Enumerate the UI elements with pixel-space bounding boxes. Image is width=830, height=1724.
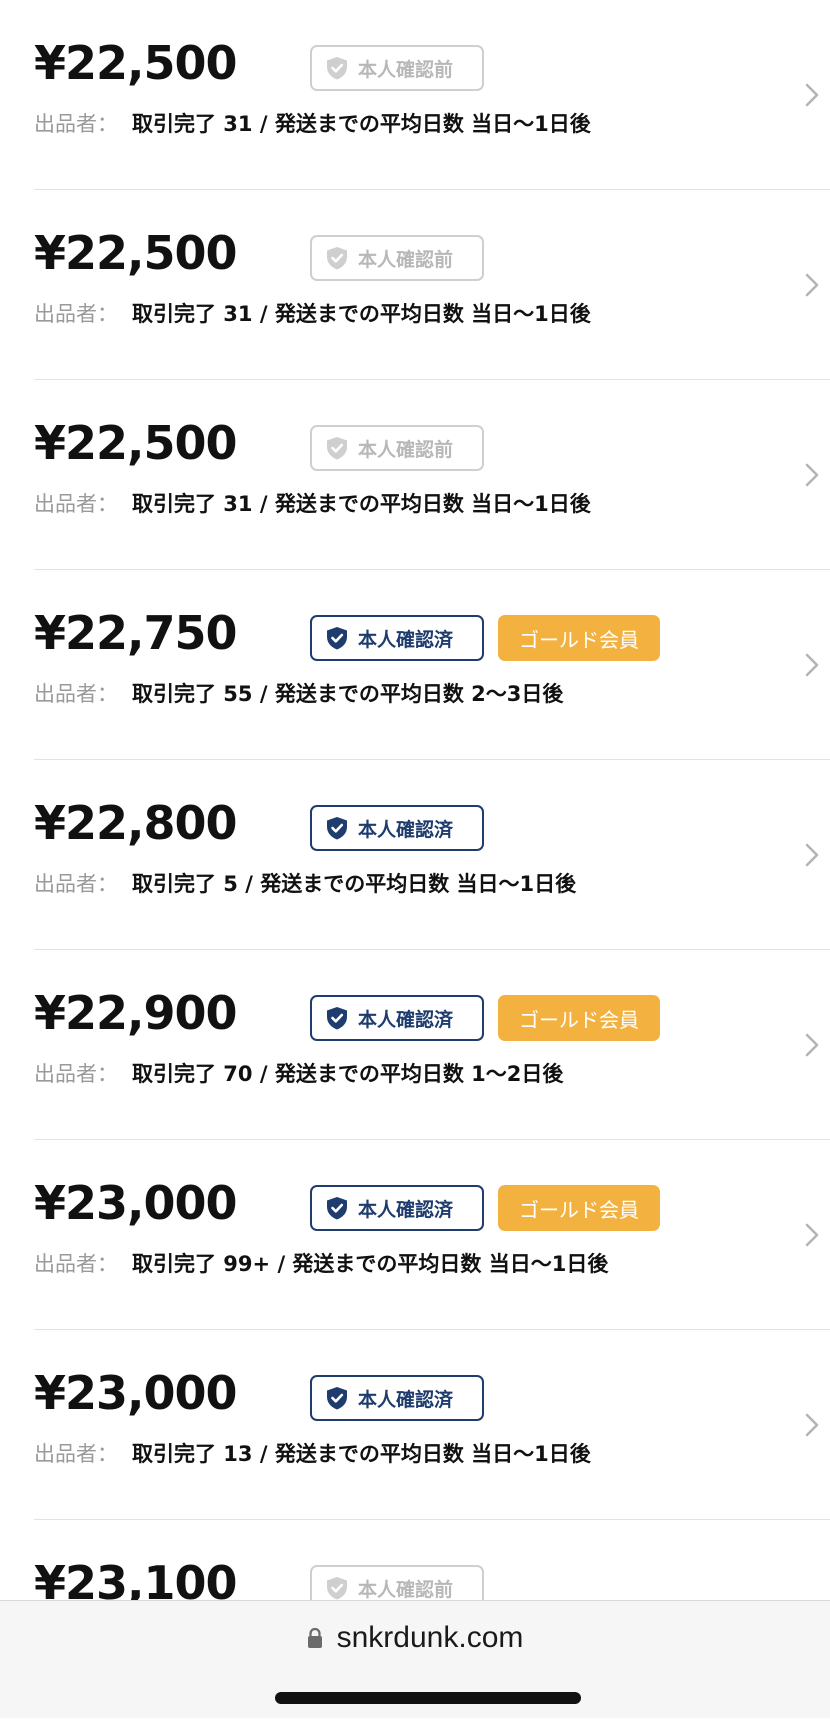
seller-stats: 取引完了 31 / 発送までの平均日数 当日〜1日後 <box>132 302 591 326</box>
seller-info: 出品者： 取引完了 31 / 発送までの平均日数 当日〜1日後 <box>34 494 591 515</box>
shield-check-icon <box>327 627 347 650</box>
seller-stats: 取引完了 70 / 発送までの平均日数 1〜2日後 <box>132 1062 564 1086</box>
shield-check-icon <box>327 57 347 80</box>
gold-member-badge: ゴールド会員 <box>498 1185 660 1231</box>
verification-label: 本人確認前 <box>358 58 454 81</box>
listing-price: ¥23,000 <box>34 1176 238 1230</box>
seller-stats: 取引完了 31 / 発送までの平均日数 当日〜1日後 <box>132 492 591 516</box>
seller-label: 出品者： <box>34 302 118 326</box>
listing-row[interactable]: ¥22,800 本人確認済出品者： 取引完了 5 / 発送までの平均日数 当日〜1日… <box>0 772 830 964</box>
seller-info: 出品者： 取引完了 55 / 発送までの平均日数 2〜3日後 <box>34 684 563 705</box>
row-divider <box>34 1519 830 1520</box>
seller-stats: 取引完了 99+ / 発送までの平均日数 当日〜1日後 <box>132 1252 609 1276</box>
gold-member-badge: ゴールド会員 <box>498 995 660 1041</box>
chevron-right-icon[interactable] <box>804 1412 820 1438</box>
badge-group: 本人確認済 ゴールド会員 <box>310 1185 660 1231</box>
seller-label: 出品者： <box>34 1252 118 1276</box>
row-divider <box>34 1329 830 1330</box>
listing-price: ¥22,900 <box>34 986 238 1040</box>
badge-group: 本人確認済 <box>310 1375 484 1421</box>
identity-verified-badge: 本人確認済 <box>310 1185 484 1231</box>
url-display[interactable]: snkrdunk.com <box>0 1621 830 1655</box>
verification-label: 本人確認済 <box>358 1198 454 1221</box>
identity-unverified-badge: 本人確認前 <box>310 235 484 281</box>
verification-label: 本人確認済 <box>358 1388 454 1411</box>
verification-label: 本人確認済 <box>358 628 454 651</box>
identity-unverified-badge: 本人確認前 <box>310 45 484 91</box>
identity-unverified-badge: 本人確認前 <box>310 425 484 471</box>
badge-group: 本人確認済 ゴールド会員 <box>310 995 660 1041</box>
home-indicator[interactable] <box>275 1692 581 1704</box>
verification-label: 本人確認前 <box>358 248 454 271</box>
shield-check-icon <box>327 1007 347 1030</box>
listing-price: ¥22,750 <box>34 606 238 660</box>
seller-info: 出品者： 取引完了 5 / 発送までの平均日数 当日〜1日後 <box>34 874 576 895</box>
seller-label: 出品者： <box>34 1442 118 1466</box>
badge-group: 本人確認済 <box>310 805 484 851</box>
identity-verified-badge: 本人確認済 <box>310 1375 484 1421</box>
chevron-right-icon[interactable] <box>804 842 820 868</box>
seller-info: 出品者： 取引完了 31 / 発送までの平均日数 当日〜1日後 <box>34 304 591 325</box>
listing-row[interactable]: ¥23,000 本人確認済出品者： 取引完了 13 / 発送までの平均日数 当日〜1… <box>0 1342 830 1534</box>
shield-check-icon <box>327 247 347 270</box>
listing-price: ¥22,500 <box>34 416 238 470</box>
chevron-right-icon[interactable] <box>804 272 820 298</box>
verification-label: 本人確認済 <box>358 1008 454 1031</box>
seller-label: 出品者： <box>34 1062 118 1086</box>
chevron-right-icon[interactable] <box>804 1032 820 1058</box>
listing-price: ¥23,000 <box>34 1366 238 1420</box>
row-divider <box>34 759 830 760</box>
badge-group: 本人確認前 <box>310 425 484 471</box>
seller-info: 出品者： 取引完了 99+ / 発送までの平均日数 当日〜1日後 <box>34 1254 608 1275</box>
gold-member-badge: ゴールド会員 <box>498 615 660 661</box>
seller-label: 出品者： <box>34 872 118 896</box>
badge-group: 本人確認前 <box>310 235 484 281</box>
chevron-right-icon[interactable] <box>804 652 820 678</box>
shield-check-icon <box>327 1577 347 1600</box>
row-divider <box>34 189 830 190</box>
seller-stats: 取引完了 13 / 発送までの平均日数 当日〜1日後 <box>132 1442 591 1466</box>
seller-info: 出品者： 取引完了 70 / 発送までの平均日数 1〜2日後 <box>34 1064 563 1085</box>
badge-group: 本人確認済 ゴールド会員 <box>310 615 660 661</box>
seller-label: 出品者： <box>34 492 118 516</box>
listing-row[interactable]: ¥22,500 本人確認前出品者： 取引完了 31 / 発送までの平均日数 当日〜1… <box>0 202 830 394</box>
shield-check-icon <box>327 437 347 460</box>
lock-icon <box>307 1627 322 1648</box>
row-divider <box>34 1139 830 1140</box>
row-divider <box>34 949 830 950</box>
verification-label: 本人確認済 <box>358 818 454 841</box>
seller-info: 出品者： 取引完了 13 / 発送までの平均日数 当日〜1日後 <box>34 1444 591 1465</box>
listing-price: ¥22,800 <box>34 796 238 850</box>
chevron-right-icon[interactable] <box>804 82 820 108</box>
seller-stats: 取引完了 5 / 発送までの平均日数 当日〜1日後 <box>132 872 577 896</box>
shield-check-icon <box>327 1197 347 1220</box>
browser-address-bar[interactable]: snkrdunk.com <box>0 1600 830 1718</box>
listing-row[interactable]: ¥22,750 本人確認済 ゴールド会員出品者： 取引完了 55 / 発送までの平均日… <box>0 582 830 774</box>
listing-row[interactable]: ¥22,900 本人確認済 ゴールド会員出品者： 取引完了 70 / 発送までの平均日… <box>0 962 830 1154</box>
chevron-right-icon[interactable] <box>804 462 820 488</box>
listing-price: ¥22,500 <box>34 226 238 280</box>
identity-verified-badge: 本人確認済 <box>310 995 484 1041</box>
badge-group: 本人確認前 <box>310 45 484 91</box>
verification-label: 本人確認前 <box>358 438 454 461</box>
seller-label: 出品者： <box>34 112 118 136</box>
seller-stats: 取引完了 31 / 発送までの平均日数 当日〜1日後 <box>132 112 591 136</box>
identity-verified-badge: 本人確認済 <box>310 615 484 661</box>
listing-row[interactable]: ¥23,000 本人確認済 ゴールド会員出品者： 取引完了 99+ / 発送までの平均… <box>0 1152 830 1344</box>
row-divider <box>34 569 830 570</box>
row-divider <box>34 379 830 380</box>
chevron-right-icon[interactable] <box>804 1222 820 1248</box>
seller-label: 出品者： <box>34 682 118 706</box>
listing-row[interactable]: ¥22,500 本人確認前出品者： 取引完了 31 / 発送までの平均日数 当日〜1… <box>0 12 830 204</box>
shield-check-icon <box>327 817 347 840</box>
url-text: snkrdunk.com <box>336 1621 524 1654</box>
seller-info: 出品者： 取引完了 31 / 発送までの平均日数 当日〜1日後 <box>34 114 591 135</box>
shield-check-icon <box>327 1387 347 1410</box>
listing-price: ¥22,500 <box>34 36 238 90</box>
listing-row[interactable]: ¥22,500 本人確認前出品者： 取引完了 31 / 発送までの平均日数 当日〜1… <box>0 392 830 584</box>
seller-stats: 取引完了 55 / 発送までの平均日数 2〜3日後 <box>132 682 564 706</box>
verification-label: 本人確認前 <box>358 1578 454 1601</box>
identity-verified-badge: 本人確認済 <box>310 805 484 851</box>
